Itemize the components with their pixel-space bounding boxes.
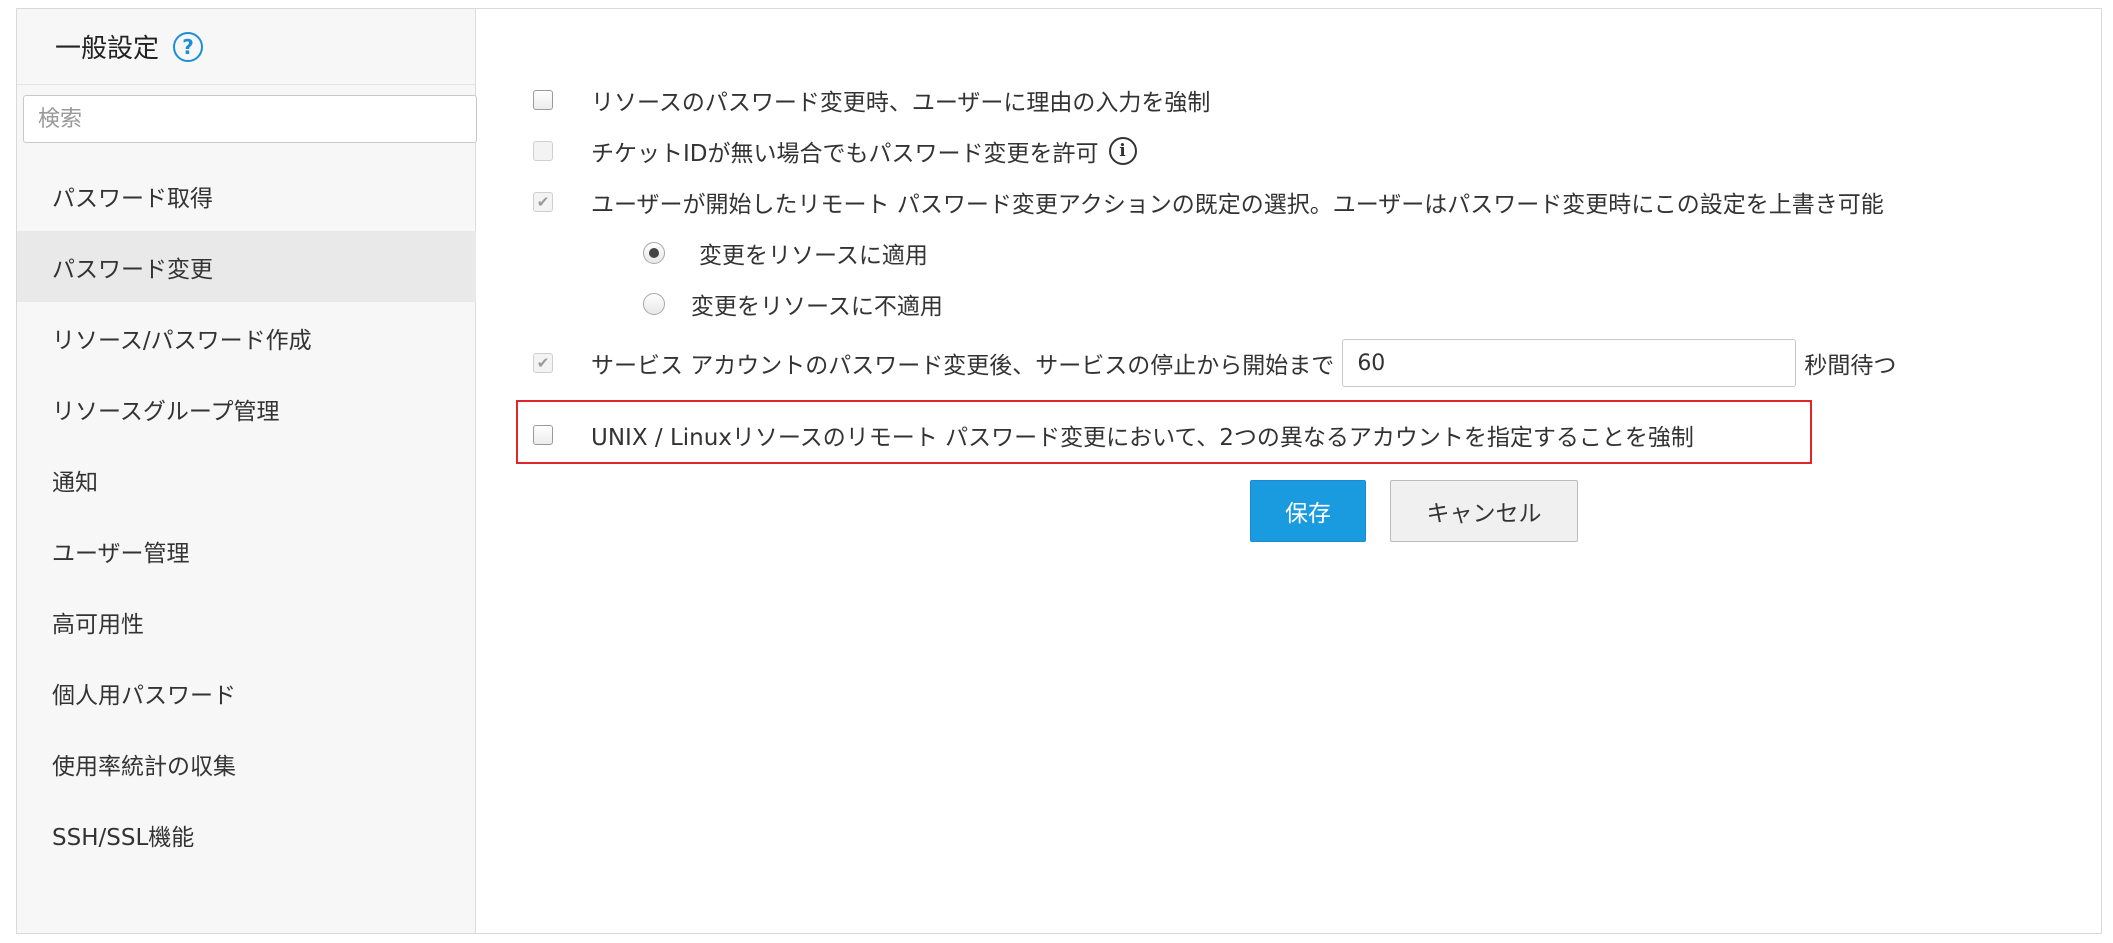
- service-wait-seconds-input[interactable]: [1342, 339, 1797, 387]
- sidebar-item-resource-group-management[interactable]: リソースグループ管理: [17, 373, 476, 444]
- sidebar-item-ssh-ssl[interactable]: SSH/SSL機能: [17, 799, 476, 870]
- sidebar-nav: パスワード取得 パスワード変更 リソース/パスワード作成 リソースグループ管理 …: [17, 160, 476, 870]
- enforce-reason-label: リソースのパスワード変更時、ユーザーに理由の入力を強制: [591, 90, 1211, 116]
- sidebar-item-label: ユーザー管理: [52, 540, 190, 567]
- sidebar-title: 一般設定: [55, 34, 160, 64]
- unix-two-accounts-row: UNIX / Linuxリソースのリモート パスワード変更において、2つの異なる…: [533, 418, 1694, 452]
- default-remote-action-row: ✔ ユーザーが開始したリモート パスワード変更アクションの既定の選択。ユーザーは…: [533, 185, 1884, 219]
- sidebar-item-label: 使用率統計の収集: [52, 753, 236, 780]
- sidebar-item-label: 個人用パスワード: [52, 682, 236, 709]
- unix-two-accounts-checkbox[interactable]: [533, 425, 553, 445]
- sidebar-item-resource-password-creation[interactable]: リソース/パスワード作成: [17, 302, 476, 373]
- sidebar-item-label: リソースグループ管理: [52, 398, 280, 425]
- service-wait-label-before: サービス アカウントのパスワード変更後、サービスの停止から開始まで: [591, 353, 1335, 379]
- not-apply-radio[interactable]: [643, 293, 665, 315]
- sidebar-item-password-retrieval[interactable]: パスワード取得: [17, 160, 476, 231]
- sidebar-item-notifications[interactable]: 通知: [17, 444, 476, 515]
- sidebar-item-label: リソース/パスワード作成: [52, 327, 312, 354]
- cancel-button[interactable]: キャンセル: [1390, 480, 1578, 542]
- apply-option-label: 変更をリソースに適用: [699, 243, 928, 269]
- service-wait-checkbox[interactable]: ✔: [533, 353, 553, 373]
- info-icon[interactable]: i: [1108, 137, 1137, 165]
- settings-window: 一般設定 ? パスワード取得 パスワード変更 リソース/パスワード作成 リソース…: [16, 8, 2102, 934]
- enforce-reason-row: リソースのパスワード変更時、ユーザーに理由の入力を強制: [533, 83, 1210, 117]
- unix-two-accounts-label: UNIX / Linuxリソースのリモート パスワード変更において、2つの異なる…: [591, 425, 1694, 451]
- apply-radio[interactable]: [643, 242, 665, 264]
- search-input[interactable]: [23, 95, 477, 143]
- default-remote-action-checkbox[interactable]: ✔: [533, 192, 553, 212]
- allow-without-ticket-row: チケットIDが無い場合でもパスワード変更を許可 i: [533, 134, 1137, 168]
- enforce-reason-checkbox[interactable]: [533, 90, 553, 110]
- not-apply-option-label: 変更をリソースに不適用: [691, 294, 943, 320]
- not-apply-option-row: 変更をリソースに不適用: [643, 287, 943, 321]
- sidebar-item-user-management[interactable]: ユーザー管理: [17, 515, 476, 586]
- allow-without-ticket-label: チケットIDが無い場合でもパスワード変更を許可: [591, 141, 1099, 167]
- settings-panel: リソースのパスワード変更時、ユーザーに理由の入力を強制 チケットIDが無い場合で…: [477, 9, 2101, 933]
- default-remote-action-label: ユーザーが開始したリモート パスワード変更アクションの既定の選択。ユーザーはパス…: [591, 192, 1884, 218]
- sidebar-item-label: パスワード取得: [52, 185, 213, 212]
- radio-selected-dot: [649, 248, 659, 258]
- sidebar-header: 一般設定 ?: [17, 9, 475, 85]
- save-button[interactable]: 保存: [1250, 480, 1366, 542]
- sidebar-item-label: 通知: [52, 469, 98, 496]
- service-wait-label-after: 秒間待つ: [1804, 353, 1897, 379]
- sidebar-item-label: SSH/SSL機能: [52, 824, 195, 851]
- allow-without-ticket-checkbox[interactable]: [533, 141, 553, 161]
- sidebar-item-high-availability[interactable]: 高可用性: [17, 586, 476, 657]
- help-icon[interactable]: ?: [173, 31, 204, 62]
- service-wait-row: ✔ サービス アカウントのパスワード変更後、サービスの停止から開始まで 秒間待つ: [533, 339, 1896, 387]
- sidebar-item-label: パスワード変更: [52, 256, 213, 283]
- sidebar: 一般設定 ? パスワード取得 パスワード変更 リソース/パスワード作成 リソース…: [17, 9, 477, 933]
- sidebar-item-personal-passwords[interactable]: 個人用パスワード: [17, 657, 476, 728]
- sidebar-item-label: 高可用性: [52, 611, 144, 638]
- apply-option-row: 変更をリソースに適用: [643, 236, 928, 270]
- sidebar-item-usage-statistics[interactable]: 使用率統計の収集: [17, 728, 476, 799]
- sidebar-item-password-change[interactable]: パスワード変更: [17, 231, 476, 302]
